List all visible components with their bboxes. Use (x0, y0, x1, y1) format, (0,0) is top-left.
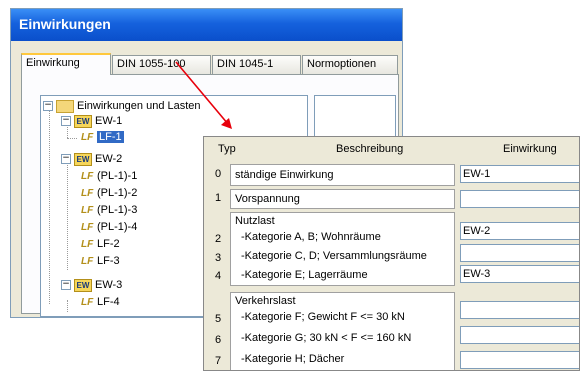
description-text: -Kategorie A, B; Wohnräume (241, 231, 381, 243)
table-row: 0 ständige Einwirkung EW-1 (204, 164, 579, 186)
description-text: -Kategorie F; Gewicht F <= 30 kN (241, 311, 405, 323)
row-number: 4 (215, 270, 222, 282)
description-text: Vorspannung (235, 193, 300, 205)
row-number: 2 (215, 233, 222, 245)
row-number: 1 (215, 192, 222, 204)
einwirkung-input[interactable] (460, 244, 579, 262)
einwirkung-input[interactable] (460, 326, 579, 344)
group-label: Verkehrslast (235, 295, 296, 307)
einwirkung-input[interactable] (460, 351, 579, 369)
arrow-line (175, 61, 229, 125)
einwirkung-input[interactable]: EW-3 (460, 265, 579, 283)
row-number: 3 (215, 252, 222, 264)
description-text: -Kategorie E; Lagerräume (241, 269, 368, 281)
einwirkung-input[interactable] (460, 190, 579, 208)
description-cell: Vorspannung (230, 189, 455, 209)
header-einwirkung: Einwirkung (503, 143, 557, 155)
header-typ: Typ (218, 143, 236, 155)
group-label: Nutzlast (235, 215, 275, 227)
description-cell-verkehrslast: Verkehrslast -Kategorie F; Gewicht F <= … (230, 292, 455, 370)
header-beschreibung: Beschreibung (336, 143, 404, 155)
row-number: 6 (215, 334, 222, 346)
arrow-head-icon (221, 118, 232, 129)
description-cell-nutzlast: Nutzlast -Kategorie A, B; Wohnräume -Kat… (230, 212, 455, 286)
description-text: ständige Einwirkung (235, 169, 334, 181)
description-text: -Kategorie C, D; Versammlungsräume (241, 250, 427, 262)
row-number: 0 (215, 168, 222, 180)
row-number: 5 (215, 313, 222, 325)
table-row: 1 Vorspannung (204, 189, 579, 209)
einwirkung-input[interactable]: EW-2 (460, 222, 579, 240)
description-cell: ständige Einwirkung (230, 164, 455, 186)
tab-einwirkung[interactable]: Einwirkung (21, 53, 111, 75)
description-text: -Kategorie G; 30 kN < F <= 160 kN (241, 332, 412, 344)
einwirkung-type-table: Typ Beschreibung Einwirkung 0 ständige E… (203, 136, 580, 371)
description-text: -Kategorie H; Dächer (241, 353, 345, 365)
einwirkung-input[interactable]: EW-1 (460, 165, 579, 183)
einwirkung-input[interactable] (460, 301, 579, 319)
row-number: 7 (215, 355, 222, 367)
